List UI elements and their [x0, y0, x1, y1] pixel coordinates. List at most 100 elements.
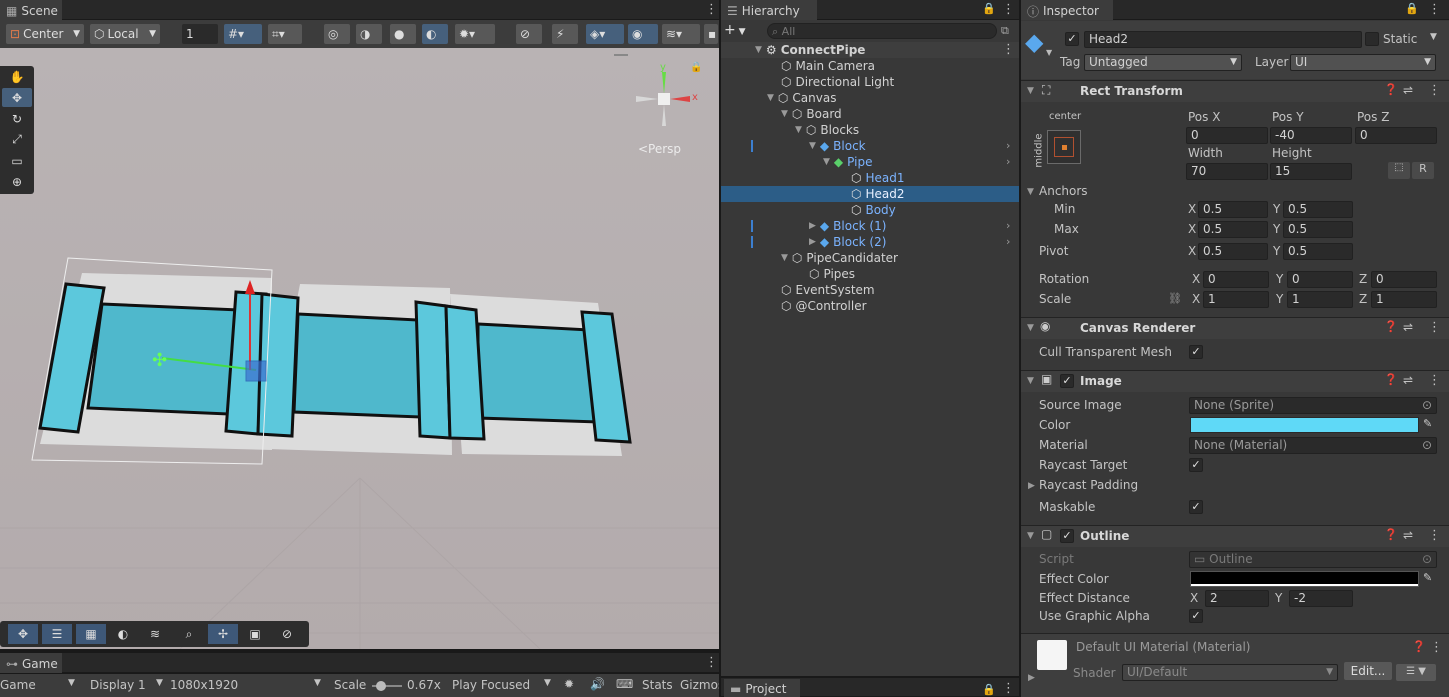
collapse-arrow-icon[interactable]: ▶ — [1028, 673, 1035, 683]
camera-button[interactable]: ▪ — [704, 24, 718, 44]
chevron-right-icon[interactable]: › — [1006, 235, 1010, 248]
object-picker-icon[interactable]: ⊙ — [1422, 438, 1432, 453]
tag-dropdown[interactable]: Untagged ▼ — [1084, 54, 1242, 71]
panel-divider[interactable] — [1019, 0, 1021, 697]
overlay-grid-button[interactable]: ▦ — [76, 624, 106, 644]
scale-z-field[interactable]: 1 — [1371, 291, 1437, 308]
rect-tool[interactable]: ▭ — [2, 151, 32, 170]
hierarchy-item-pipecandidater[interactable]: ▼ ⬡ PipeCandidater — [781, 250, 898, 266]
chevron-right-icon[interactable]: › — [1006, 155, 1010, 168]
debug-draw-button[interactable]: ✹▾ — [455, 24, 495, 44]
pos-y-field[interactable]: -40 — [1270, 127, 1352, 144]
hierarchy-item-pipes[interactable]: ⬡ Pipes — [809, 266, 855, 282]
scene-viewport[interactable]: ✣ y x <Persp 🔒 — [0, 48, 719, 649]
constrain-proportions-icon[interactable]: ⛓ — [1168, 292, 1182, 305]
pivot-x-field[interactable]: 0.5 — [1198, 243, 1268, 260]
shading-wire-button[interactable]: ◎ — [324, 24, 350, 44]
tab-inspector[interactable]: ⓘ Inspector — [1021, 0, 1113, 20]
active-checkbox[interactable]: ✓ — [1065, 32, 1079, 46]
gizmo-drag-handle[interactable] — [614, 54, 628, 56]
game-menu-icon[interactable]: ⋮ — [705, 655, 718, 670]
overlay-camera-button[interactable]: ▣ — [240, 624, 270, 644]
hierarchy-item-board[interactable]: ▼ ⬡ Board — [781, 106, 842, 122]
layers-button[interactable]: ≋▾ — [662, 24, 700, 44]
anchor-max-x-field[interactable]: 0.5 — [1198, 221, 1268, 238]
hierarchy-item-pipe[interactable]: ▼ ◆ Pipe — [823, 154, 872, 170]
gizmo-center-icon[interactable]: ✣ — [152, 350, 167, 371]
help-icon[interactable]: ❓ — [1384, 320, 1398, 333]
lock-icon[interactable]: 🔒 — [982, 683, 996, 696]
static-checkbox[interactable] — [1365, 32, 1379, 46]
pivot-mode-dropdown[interactable]: ⊡ Center ▼ — [6, 24, 84, 44]
hierarchy-item-eventsystem[interactable]: ⬡ EventSystem — [781, 282, 875, 298]
material-menu-icon[interactable]: ⋮ — [1430, 640, 1443, 655]
image-enabled-checkbox[interactable]: ✓ — [1060, 374, 1074, 388]
raycast-padding-label[interactable]: Raycast Padding — [1039, 478, 1138, 492]
shading-lit-button[interactable]: ◐ — [422, 24, 448, 44]
scale-slider[interactable] — [372, 681, 402, 691]
layer-dropdown[interactable]: UI ▼ — [1290, 54, 1436, 71]
component-menu-icon[interactable]: ⋮ — [1428, 373, 1441, 388]
hierarchy-item-main-camera[interactable]: ⬡ Main Camera — [781, 58, 875, 74]
gizmo-lock-icon[interactable]: 🔒 — [690, 62, 702, 73]
hierarchy-item-blocks[interactable]: ▼ ⬡ Blocks — [795, 122, 859, 138]
pos-z-field[interactable]: 0 — [1355, 127, 1437, 144]
width-field[interactable]: 70 — [1186, 163, 1268, 180]
move-tool[interactable]: ✥ — [2, 88, 32, 107]
hierarchy-item-block-2[interactable]: ▶ ◆ Block (2) — [809, 234, 886, 250]
expand-arrow-icon[interactable]: ▼ — [1027, 86, 1034, 96]
rotate-tool[interactable]: ↻ — [2, 109, 32, 128]
inspector-menu-icon[interactable]: ⋮ — [1428, 2, 1441, 17]
help-icon[interactable]: ❓ — [1384, 528, 1398, 541]
presets-icon[interactable]: ⇌ — [1403, 83, 1413, 97]
hierarchy-item-block-1[interactable]: ▶ ◆ Block (1) — [809, 218, 886, 234]
component-menu-icon[interactable]: ⋮ — [1428, 83, 1441, 98]
use-graphic-alpha-checkbox[interactable]: ✓ — [1189, 609, 1203, 623]
hierarchy-item-canvas[interactable]: ▼ ⬡ Canvas — [767, 90, 836, 106]
anchor-max-y-field[interactable]: 0.5 — [1283, 221, 1353, 238]
pivot-y-field[interactable]: 0.5 — [1283, 243, 1353, 260]
audio-icon[interactable]: 🔊 — [590, 677, 605, 691]
anchor-min-x-field[interactable]: 0.5 — [1198, 201, 1268, 218]
object-picker-icon[interactable]: ⊙ — [1422, 398, 1432, 413]
overlay-search-button[interactable]: ⌕ — [174, 624, 204, 644]
expand-arrow-icon[interactable]: ▼ — [1027, 531, 1034, 541]
lighting-toggle-button[interactable]: ⚡ — [552, 24, 578, 44]
collapse-arrow-icon[interactable]: ▶ — [1028, 481, 1035, 491]
tab-game[interactable]: ⊶ Game — [0, 653, 62, 673]
overlay-sphere-button[interactable]: ◐ — [108, 624, 138, 644]
maskable-checkbox[interactable]: ✓ — [1189, 500, 1203, 514]
space-dropdown[interactable]: ⬡ Local ▼ — [90, 24, 160, 44]
lock-icon[interactable]: 🔒 — [982, 2, 996, 15]
overlay-move-button[interactable]: ✥ — [8, 624, 38, 644]
eyedropper-icon[interactable]: ✎ — [1423, 417, 1432, 430]
expand-arrow-icon[interactable]: ▼ — [1027, 376, 1034, 386]
anchor-min-y-field[interactable]: 0.5 — [1283, 201, 1353, 218]
gizmo-plane-handle[interactable] — [245, 360, 267, 382]
scene-filter-icon[interactable]: ⧉ — [1001, 24, 1009, 38]
snap-settings-button[interactable]: ⌗▾ — [268, 24, 302, 44]
stats-button[interactable]: Stats — [642, 678, 673, 692]
overlay-settings-button[interactable]: ☰ — [42, 624, 72, 644]
anchor-presets-button[interactable] — [1047, 130, 1081, 164]
overlay-compass-button[interactable]: ⊘ — [272, 624, 302, 644]
rotation-z-field[interactable]: 0 — [1371, 271, 1437, 288]
effect-color-swatch[interactable] — [1190, 571, 1419, 587]
shader-dropdown[interactable]: UI/Default ▼ — [1122, 664, 1338, 681]
source-image-field[interactable]: None (Sprite) ⊙ — [1189, 397, 1437, 414]
hierarchy-item-directional-light[interactable]: ⬡ Directional Light — [781, 74, 894, 90]
scale-tool[interactable]: ⤢ — [2, 130, 32, 149]
outline-enabled-checkbox[interactable]: ✓ — [1060, 529, 1074, 543]
gizmos-button[interactable]: Gizmos — [680, 678, 719, 692]
anchors-label[interactable]: Anchors — [1039, 184, 1088, 198]
overlay-pan-button[interactable]: ✢ — [208, 624, 238, 644]
color-swatch[interactable] — [1190, 417, 1419, 433]
hierarchy-item-head2[interactable]: ⬡ Head2 — [851, 186, 905, 202]
hand-tool[interactable]: ✋ — [2, 67, 32, 86]
transform-tool[interactable]: ⊕ — [2, 172, 32, 191]
effect-distance-x-field[interactable]: 2 — [1205, 590, 1269, 607]
scale-x-field[interactable]: 1 — [1203, 291, 1269, 308]
hierarchy-root[interactable]: ▼ ⚙ ConnectPipe — [755, 42, 865, 58]
shading-solid-button[interactable]: ● — [390, 24, 416, 44]
2d-toggle-button[interactable]: ⊘ — [516, 24, 542, 44]
